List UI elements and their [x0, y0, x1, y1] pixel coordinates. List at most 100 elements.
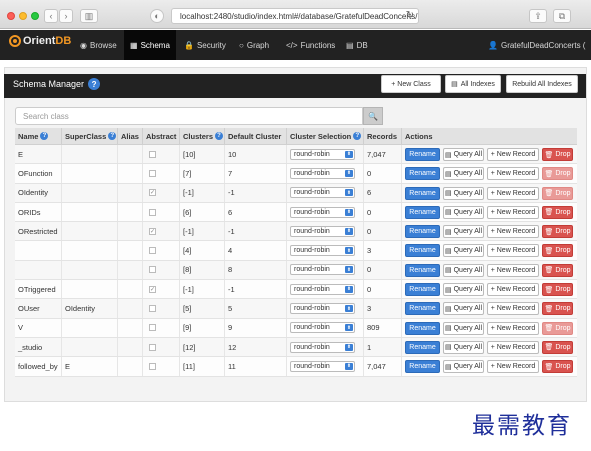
cluster-selection-select[interactable]: round-robin ⬍: [290, 360, 355, 372]
privacy-button[interactable]: ◐: [150, 9, 164, 23]
rename-button[interactable]: Rename: [405, 283, 440, 297]
drop-button[interactable]: 🗑 Drop: [542, 244, 573, 258]
drop-button[interactable]: 🗑 Drop: [542, 283, 573, 297]
nav-graph[interactable]: ○ Graph: [239, 30, 269, 60]
rename-button[interactable]: Rename: [405, 244, 440, 258]
new-record-button[interactable]: + New Record: [487, 321, 539, 335]
drop-button[interactable]: 🗑 Drop: [542, 340, 573, 354]
abstract-checkbox[interactable]: [149, 343, 156, 351]
new-record-button[interactable]: + New Record: [487, 283, 539, 297]
cluster-selection-select[interactable]: round-robin ⬍: [290, 148, 355, 160]
drop-button[interactable]: 🗑 Drop: [542, 225, 573, 239]
rename-button[interactable]: Rename: [405, 340, 440, 354]
abstract-checkbox[interactable]: ✓: [149, 285, 156, 293]
new-record-button[interactable]: + New Record: [487, 263, 539, 277]
query-all-button[interactable]: ▤ Query All: [443, 148, 484, 161]
new-record-button[interactable]: + New Record: [487, 340, 539, 354]
search-button[interactable]: 🔍: [363, 107, 383, 125]
nav-functions[interactable]: </> Functions: [286, 30, 335, 60]
abstract-checkbox[interactable]: [149, 324, 156, 332]
nav-schema[interactable]: ▦ Schema: [124, 30, 176, 60]
abstract-checkbox[interactable]: ✓: [149, 189, 156, 197]
query-all-button[interactable]: ▤ Query All: [443, 225, 484, 239]
abstract-checkbox[interactable]: [149, 362, 156, 370]
col-cluster-selection[interactable]: Cluster Selection?: [287, 128, 364, 144]
new-record-button[interactable]: + New Record: [487, 360, 539, 374]
new-record-button[interactable]: + New Record: [487, 148, 539, 161]
col-name[interactable]: Name?: [15, 128, 62, 144]
cluster-selection-select[interactable]: round-robin ⬍: [290, 264, 355, 276]
new-record-button[interactable]: + New Record: [487, 186, 539, 200]
cluster-selection-select[interactable]: round-robin ⬍: [290, 187, 355, 199]
drop-button[interactable]: 🗑 Drop: [542, 205, 573, 219]
rebuild-all-indexes-button[interactable]: Rebuild All Indexes: [506, 75, 578, 93]
rename-button[interactable]: Rename: [405, 148, 440, 161]
drop-button[interactable]: 🗑 Drop: [542, 148, 573, 161]
new-class-button[interactable]: + New Class: [381, 75, 441, 93]
sidebar-toggle-button[interactable]: ▥: [80, 9, 98, 23]
query-all-button[interactable]: ▤ Query All: [443, 302, 484, 316]
query-all-button[interactable]: ▤ Query All: [443, 321, 484, 335]
cluster-selection-select[interactable]: round-robin ⬍: [290, 206, 355, 218]
query-all-button[interactable]: ▤ Query All: [443, 244, 484, 258]
cluster-selection-select[interactable]: round-robin ⬍: [290, 283, 355, 295]
cluster-selection-select[interactable]: round-robin ⬍: [290, 167, 355, 179]
rename-button[interactable]: Rename: [405, 225, 440, 239]
cluster-selection-select[interactable]: round-robin ⬍: [290, 303, 355, 315]
rename-button[interactable]: Rename: [405, 205, 440, 219]
rename-button[interactable]: Rename: [405, 167, 440, 181]
new-record-button[interactable]: + New Record: [487, 167, 539, 181]
rename-button[interactable]: Rename: [405, 321, 440, 335]
new-record-button[interactable]: + New Record: [487, 244, 539, 258]
query-all-button[interactable]: ▤ Query All: [443, 340, 484, 354]
drop-button[interactable]: 🗑 Drop: [542, 360, 573, 374]
zoom-window-button[interactable]: [31, 12, 39, 20]
drop-button[interactable]: 🗑 Drop: [542, 263, 573, 277]
query-all-button[interactable]: ▤ Query All: [443, 283, 484, 297]
share-button[interactable]: ⇪: [529, 9, 547, 23]
drop-button[interactable]: 🗑 Drop: [542, 186, 573, 200]
nav-db[interactable]: ▤ DB: [346, 30, 368, 60]
help-icon[interactable]: ?: [40, 132, 49, 140]
orientdb-logo[interactable]: Orient DB: [9, 35, 71, 47]
cluster-selection-select[interactable]: round-robin ⬍: [290, 341, 355, 353]
abstract-checkbox[interactable]: [149, 169, 156, 177]
col-clusters[interactable]: Clusters?: [180, 128, 225, 144]
new-record-button[interactable]: + New Record: [487, 302, 539, 316]
abstract-checkbox[interactable]: [149, 208, 156, 216]
drop-button[interactable]: 🗑 Drop: [542, 321, 573, 335]
help-icon[interactable]: ?: [215, 132, 224, 140]
col-superclass[interactable]: SuperClass?: [62, 128, 118, 144]
rename-button[interactable]: Rename: [405, 360, 440, 374]
new-record-button[interactable]: + New Record: [487, 205, 539, 219]
tabs-button[interactable]: ⧉: [553, 9, 571, 23]
cluster-selection-select[interactable]: round-robin ⬍: [290, 245, 355, 257]
cluster-selection-select[interactable]: round-robin ⬍: [290, 322, 355, 334]
cluster-selection-select[interactable]: round-robin ⬍: [290, 225, 355, 237]
drop-button[interactable]: 🗑 Drop: [542, 302, 573, 316]
help-icon[interactable]: ?: [353, 132, 362, 140]
close-window-button[interactable]: [7, 12, 15, 20]
query-all-button[interactable]: ▤ Query All: [443, 263, 484, 277]
col-abstract[interactable]: Abstract: [143, 128, 180, 144]
help-icon[interactable]: ?: [108, 132, 117, 140]
col-records[interactable]: Records: [364, 128, 402, 144]
query-all-button[interactable]: ▤ Query All: [443, 167, 484, 181]
all-indexes-button[interactable]: ▤ All Indexes: [445, 75, 501, 93]
query-all-button[interactable]: ▤ Query All: [443, 360, 484, 374]
col-default-cluster[interactable]: Default Cluster: [225, 128, 287, 144]
search-input[interactable]: Search class: [15, 107, 363, 125]
abstract-checkbox[interactable]: [149, 150, 156, 158]
rename-button[interactable]: Rename: [405, 186, 440, 200]
reload-icon[interactable]: ↻: [406, 10, 414, 21]
nav-security[interactable]: 🔒 Security: [184, 30, 226, 60]
minimize-window-button[interactable]: [19, 12, 27, 20]
rename-button[interactable]: Rename: [405, 263, 440, 277]
nav-user-menu[interactable]: 👤 GratefulDeadConcerts (: [488, 30, 585, 60]
help-icon[interactable]: ?: [88, 78, 101, 90]
abstract-checkbox[interactable]: ✓: [149, 227, 156, 235]
forward-button[interactable]: ›: [59, 9, 73, 23]
new-record-button[interactable]: + New Record: [487, 225, 539, 239]
abstract-checkbox[interactable]: [149, 266, 156, 274]
drop-button[interactable]: 🗑 Drop: [542, 167, 573, 181]
